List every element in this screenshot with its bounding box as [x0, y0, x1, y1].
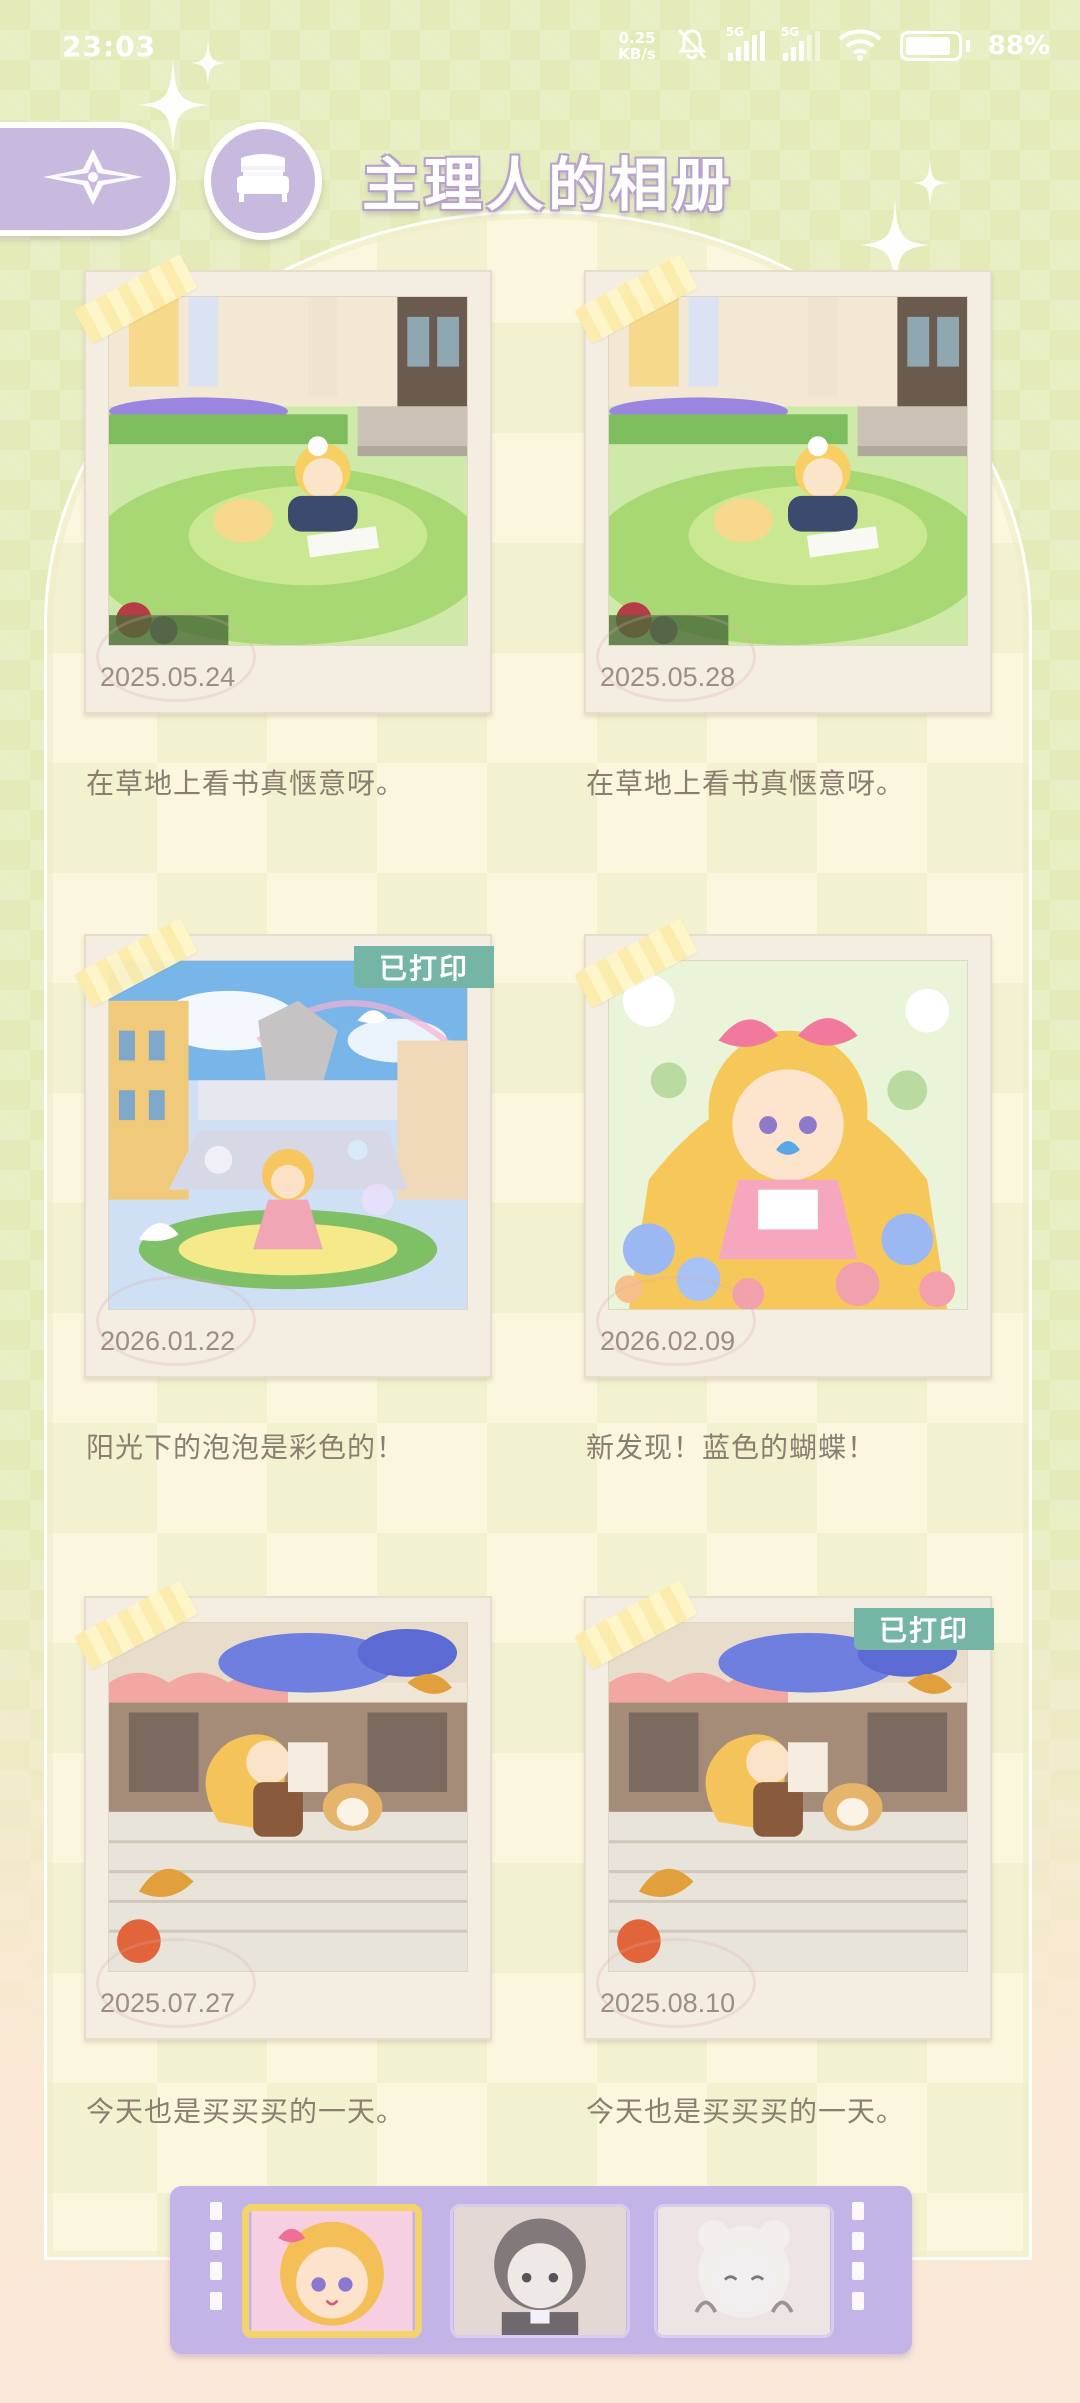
photo-card[interactable]: 2025.07.27 — [74, 1580, 492, 2040]
photo-card[interactable]: 2025.08.10 已打印 — [574, 1580, 994, 2040]
photo-date: 2025.08.10 — [600, 1988, 736, 2018]
photo-caption: 在草地上看书真惬意呀。 — [86, 767, 406, 800]
printed-badge: 已打印 — [854, 1608, 994, 1650]
network-speed-unit: KB/s — [618, 45, 656, 63]
home-button[interactable] — [204, 122, 322, 240]
battery-fill — [905, 37, 950, 55]
cellular-signal-icon: 5G — [726, 25, 765, 61]
character-tab-brown-hair-boy[interactable] — [450, 2204, 630, 2338]
photo-card[interactable]: 2025.05.28 — [574, 254, 992, 714]
photo-date: 2025.05.24 — [100, 662, 236, 692]
photo-date: 2026.01.22 — [100, 1326, 236, 1356]
wifi-icon — [838, 27, 882, 65]
photo-date: 2025.07.27 — [100, 1988, 236, 2018]
photo-image — [608, 960, 968, 1310]
status-icons: 0.25 KB/s 5G 5G 88% — [618, 25, 1050, 66]
page-title: 主理人的相册 — [362, 151, 735, 219]
film-holes-left — [210, 2202, 224, 2310]
character-selector — [170, 2186, 912, 2354]
mute-bell-icon — [674, 26, 710, 66]
photo-image — [108, 960, 468, 1310]
sparkle-icon — [912, 160, 948, 206]
photo-image — [108, 1622, 468, 1972]
photo-date: 2026.02.09 — [600, 1326, 736, 1356]
signal-type-label: 5G — [725, 25, 744, 39]
photo-card[interactable]: 2026.02.09 — [574, 918, 992, 1378]
photo-date: 2025.05.28 — [600, 662, 736, 692]
photo-card[interactable]: 2026.01.22 已打印 — [74, 918, 494, 1378]
compass-arrow-icon — [38, 147, 148, 211]
photo-image — [608, 1622, 968, 1972]
photo-image — [108, 296, 468, 646]
battery-percent: 88% — [987, 31, 1050, 61]
photo-caption: 阳光下的泡泡是彩色的！ — [86, 1431, 406, 1464]
back-button[interactable] — [0, 122, 176, 236]
photo-card[interactable]: 2025.05.24 — [74, 254, 492, 714]
sparkle-icon — [190, 40, 226, 86]
photo-caption: 今天也是买买买的一天。 — [86, 2095, 406, 2128]
character-tab-bear-ear-girl[interactable] — [654, 2204, 834, 2338]
cellular-signal-icon-2: 5G — [781, 25, 820, 61]
film-holes-right — [852, 2202, 866, 2310]
signal-type-label-2: 5G — [780, 25, 799, 39]
network-speed-value: 0.25 — [618, 29, 656, 47]
bed-icon — [233, 152, 293, 210]
photo-image — [608, 296, 968, 646]
character-tab-blonde-girl[interactable] — [242, 2204, 422, 2338]
photo-caption: 新发现！蓝色的蝴蝶！ — [586, 1431, 877, 1464]
network-speed: 0.25 KB/s — [618, 30, 655, 62]
photo-caption: 在草地上看书真惬意呀。 — [586, 767, 906, 800]
photo-caption: 今天也是买买买的一天。 — [586, 2095, 906, 2128]
status-time: 23:03 — [62, 29, 157, 63]
printed-badge: 已打印 — [354, 946, 494, 988]
battery-icon — [899, 31, 970, 61]
